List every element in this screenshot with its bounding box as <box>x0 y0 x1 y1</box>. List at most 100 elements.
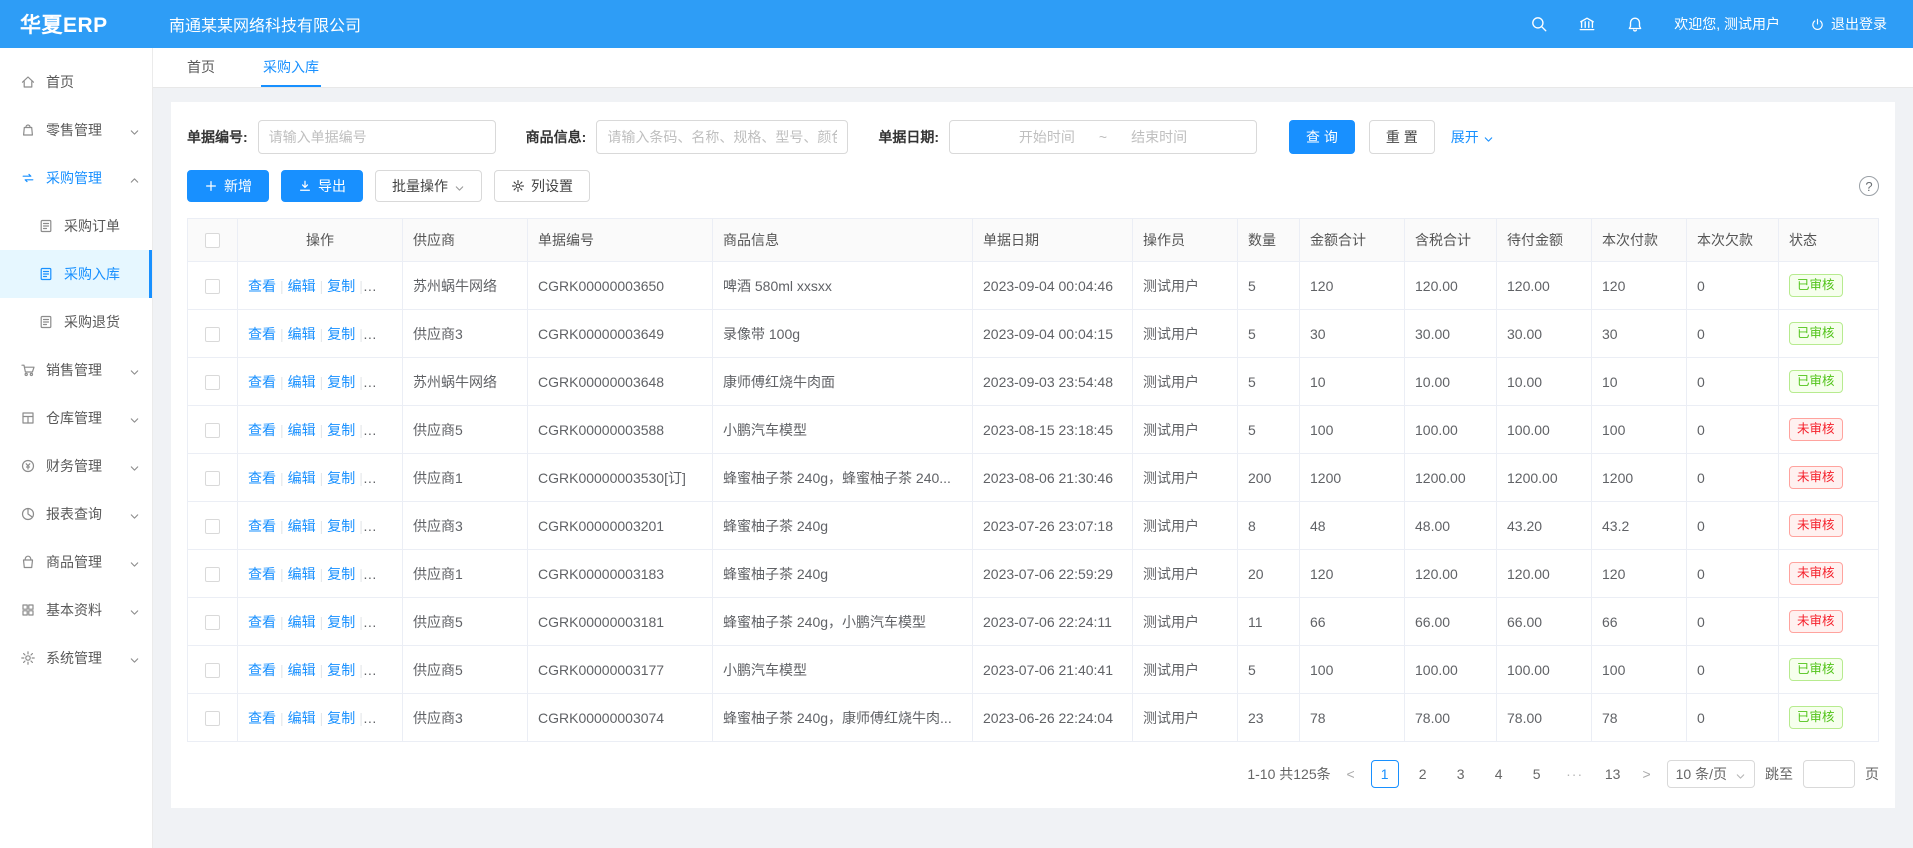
page-13-button[interactable]: 13 <box>1599 760 1627 788</box>
action-copy-link[interactable]: 复制 <box>327 518 355 534</box>
action-copy-link[interactable]: 复制 <box>327 422 355 438</box>
add-button[interactable]: 新增 <box>187 170 269 202</box>
row-checkbox[interactable] <box>205 615 220 630</box>
action-view-link[interactable]: 查看 <box>248 374 276 390</box>
date-range-picker[interactable]: 开始时间 ~ 结束时间 <box>949 120 1257 154</box>
sidebar-item-warehouse[interactable]: 仓库管理 <box>0 394 152 442</box>
cell-product: 啤酒 580ml xxsxx <box>713 262 973 310</box>
row-checkbox[interactable] <box>205 471 220 486</box>
tab-home[interactable]: 首页 <box>185 48 217 87</box>
expand-link[interactable]: 展开 <box>1451 127 1494 147</box>
cell-product: 蜂蜜柚子茶 240g，小鹏汽车模型 <box>713 598 973 646</box>
cell-bill-no: CGRK00000003201 <box>528 502 713 550</box>
batch-operations-button[interactable]: 批量操作 <box>375 170 482 202</box>
row-checkbox[interactable] <box>205 375 220 390</box>
sidebar-item-purchase-return[interactable]: 采购退货 <box>0 298 152 346</box>
search-button[interactable]: 查 询 <box>1289 120 1355 154</box>
date-start-placeholder: 开始时间 <box>1019 127 1075 147</box>
gear-icon <box>511 179 525 193</box>
logout-button[interactable]: 退出登录 <box>1810 14 1887 34</box>
page-4-button[interactable]: 4 <box>1485 760 1513 788</box>
cell-status: 未审核 <box>1779 454 1879 502</box>
help-icon[interactable]: ? <box>1859 176 1879 196</box>
action-view-link[interactable]: 查看 <box>248 710 276 726</box>
action-copy-link[interactable]: 复制 <box>327 470 355 486</box>
jump-page-input[interactable] <box>1803 760 1855 788</box>
divider: | <box>280 518 284 534</box>
column-settings-button[interactable]: 列设置 <box>494 170 590 202</box>
notification-bell-icon[interactable] <box>1626 15 1644 33</box>
action-copy-link[interactable]: 复制 <box>327 710 355 726</box>
action-edit-link[interactable]: 编辑 <box>288 710 316 726</box>
sidebar-item-label: 仓库管理 <box>46 408 102 428</box>
row-checkbox[interactable] <box>205 519 220 534</box>
sidebar-item-basic[interactable]: 基本资料 <box>0 586 152 634</box>
sidebar-item-finance[interactable]: 财务管理 <box>0 442 152 490</box>
cell-select <box>188 598 238 646</box>
action-view-link[interactable]: 查看 <box>248 326 276 342</box>
row-checkbox[interactable] <box>205 567 220 582</box>
sidebar-item-goods[interactable]: 商品管理 <box>0 538 152 586</box>
action-copy-link[interactable]: 复制 <box>327 374 355 390</box>
sidebar-item-system[interactable]: 系统管理 <box>0 634 152 682</box>
page-5-button[interactable]: 5 <box>1523 760 1551 788</box>
cell-paid: 10 <box>1592 358 1687 406</box>
sidebar-item-report[interactable]: 报表查询 <box>0 490 152 538</box>
cell-operator: 测试用户 <box>1133 598 1238 646</box>
select-all-checkbox[interactable] <box>205 233 220 248</box>
product-info-input[interactable] <box>596 120 848 154</box>
row-checkbox[interactable] <box>205 663 220 678</box>
reset-button[interactable]: 重 置 <box>1369 120 1435 154</box>
action-view-link[interactable]: 查看 <box>248 470 276 486</box>
action-edit-link[interactable]: 编辑 <box>288 278 316 294</box>
action-view-link[interactable]: 查看 <box>248 278 276 294</box>
prev-page-button[interactable]: < <box>1341 766 1361 782</box>
page-1-button[interactable]: 1 <box>1371 760 1399 788</box>
sidebar-item-home[interactable]: 首页 <box>0 58 152 106</box>
sidebar-item-purchase-in[interactable]: 采购入库 <box>0 250 152 298</box>
action-edit-link[interactable]: 编辑 <box>288 566 316 582</box>
sidebar-item-sales[interactable]: 销售管理 <box>0 346 152 394</box>
action-copy-link[interactable]: 复制 <box>327 566 355 582</box>
row-checkbox[interactable] <box>205 279 220 294</box>
cell-total-tax: 120.00 <box>1405 262 1497 310</box>
col-header-due: 待付金额 <box>1497 219 1592 262</box>
cell-select <box>188 310 238 358</box>
row-checkbox[interactable] <box>205 327 220 342</box>
cell-ops: 查看|编辑|复制|删除 <box>238 550 403 598</box>
action-view-link[interactable]: 查看 <box>248 422 276 438</box>
sidebar-submenu-purchase: 采购订单采购入库采购退货 <box>0 202 152 346</box>
action-copy-link[interactable]: 复制 <box>327 278 355 294</box>
page-2-button[interactable]: 2 <box>1409 760 1437 788</box>
tab-purchase-in[interactable]: 采购入库 <box>261 48 321 87</box>
company-name: 南通某某网络科技有限公司 <box>169 12 361 36</box>
next-page-button[interactable]: > <box>1637 766 1657 782</box>
action-edit-link[interactable]: 编辑 <box>288 326 316 342</box>
action-edit-link[interactable]: 编辑 <box>288 422 316 438</box>
bill-no-input[interactable] <box>258 120 496 154</box>
action-copy-link[interactable]: 复制 <box>327 662 355 678</box>
action-view-link[interactable]: 查看 <box>248 566 276 582</box>
row-checkbox[interactable] <box>205 423 220 438</box>
action-view-link[interactable]: 查看 <box>248 614 276 630</box>
page-size-select[interactable]: 10 条/页 <box>1667 760 1755 788</box>
page-3-button[interactable]: 3 <box>1447 760 1475 788</box>
cell-paid: 120 <box>1592 550 1687 598</box>
sidebar-item-purchase[interactable]: 采购管理 <box>0 154 152 202</box>
action-edit-link[interactable]: 编辑 <box>288 470 316 486</box>
action-edit-link[interactable]: 编辑 <box>288 662 316 678</box>
row-checkbox[interactable] <box>205 711 220 726</box>
action-copy-link[interactable]: 复制 <box>327 614 355 630</box>
sidebar-item-retail[interactable]: 零售管理 <box>0 106 152 154</box>
action-copy-link[interactable]: 复制 <box>327 326 355 342</box>
action-view-link[interactable]: 查看 <box>248 662 276 678</box>
action-edit-link[interactable]: 编辑 <box>288 374 316 390</box>
search-icon[interactable] <box>1530 15 1548 33</box>
tenant-icon[interactable] <box>1578 15 1596 33</box>
export-button[interactable]: 导出 <box>281 170 363 202</box>
sidebar-item-purchase-order[interactable]: 采购订单 <box>0 202 152 250</box>
expand-label: 展开 <box>1451 127 1479 147</box>
action-edit-link[interactable]: 编辑 <box>288 518 316 534</box>
action-view-link[interactable]: 查看 <box>248 518 276 534</box>
action-edit-link[interactable]: 编辑 <box>288 614 316 630</box>
